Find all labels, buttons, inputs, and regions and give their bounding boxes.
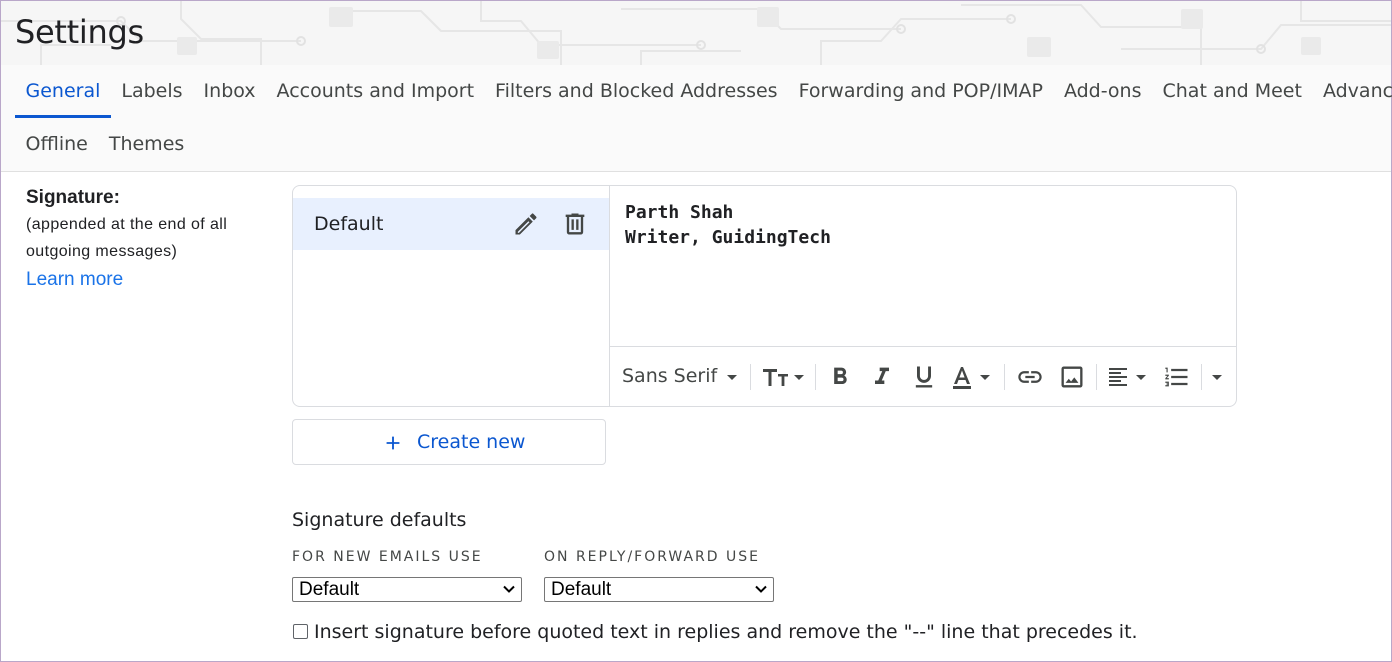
signature-item-name: Default xyxy=(314,213,384,235)
reply-forward-caption: ON REPLY/FORWARD USE xyxy=(544,549,760,565)
numbered-list-icon[interactable] xyxy=(1163,363,1191,391)
signature-label-column: Signature: (appended at the end of all o… xyxy=(26,185,266,295)
toolbar-divider xyxy=(1004,364,1005,390)
settings-header: Settings xyxy=(1,1,1391,65)
tab-chat-and-meet[interactable]: Chat and Meet xyxy=(1152,65,1312,118)
editor-line-2: Writer, GuidingTech xyxy=(625,227,831,248)
toolbar-divider xyxy=(750,364,751,390)
learn-more-link[interactable]: Learn more xyxy=(26,265,266,295)
font-family-select[interactable]: Sans Serif xyxy=(622,347,717,406)
formatting-toolbar: Sans Serif xyxy=(610,347,1236,406)
tab-forwarding-and-pop-imap[interactable]: Forwarding and POP/IMAP xyxy=(788,65,1053,118)
new-emails-signature-value: Default xyxy=(299,579,360,600)
pencil-icon[interactable] xyxy=(512,210,540,238)
toolbar-divider xyxy=(815,364,816,390)
caret-down-icon xyxy=(727,375,737,380)
insert-before-quoted-label: Insert signature before quoted text in r… xyxy=(314,621,1138,643)
signature-editor[interactable]: Parth Shah Writer, GuidingTech xyxy=(610,186,1236,347)
signature-sublabel-2: outgoing messages) xyxy=(26,243,178,260)
tab-inbox[interactable]: Inbox xyxy=(193,65,266,118)
trash-icon[interactable] xyxy=(561,210,589,238)
chevron-down-icon xyxy=(503,585,515,593)
editor-line-1: Parth Shah xyxy=(625,202,734,223)
bold-icon[interactable] xyxy=(826,363,854,391)
tab-advanced[interactable]: Advanced xyxy=(1312,65,1392,118)
circuit-board-background xyxy=(1,1,1391,65)
signature-sublabel-1: (appended at the end of all xyxy=(26,216,228,233)
tab-general[interactable]: General xyxy=(15,65,111,118)
page-title: Settings xyxy=(15,13,144,51)
settings-tabs: General Labels Inbox Accounts and Import… xyxy=(1,65,1392,172)
more-options-caret-icon[interactable] xyxy=(1208,363,1226,391)
insert-before-quoted-checkbox[interactable] xyxy=(293,624,308,639)
plus-icon xyxy=(386,436,400,450)
tab-labels[interactable]: Labels xyxy=(111,65,193,118)
reply-forward-signature-select[interactable]: Default xyxy=(544,577,774,602)
signature-item-default[interactable]: Default xyxy=(293,198,609,250)
align-icon[interactable] xyxy=(1106,363,1152,391)
tab-filters-and-blocked-addresses[interactable]: Filters and Blocked Addresses xyxy=(485,65,789,118)
tab-accounts-and-import[interactable]: Accounts and Import xyxy=(266,65,485,118)
underline-icon[interactable] xyxy=(910,363,938,391)
toolbar-divider xyxy=(1201,364,1202,390)
link-icon[interactable] xyxy=(1015,363,1045,391)
signature-label: Signature: xyxy=(26,187,120,208)
tab-offline[interactable]: Offline xyxy=(15,118,98,171)
chevron-down-icon xyxy=(755,585,767,593)
toolbar-divider xyxy=(1096,364,1097,390)
create-new-signature-button[interactable]: Create new xyxy=(292,419,606,465)
new-emails-signature-select[interactable]: Default xyxy=(292,577,522,602)
text-size-icon[interactable] xyxy=(760,363,808,391)
tab-row-2: Offline Themes xyxy=(15,118,195,171)
create-new-label: Create new xyxy=(417,431,526,453)
text-color-icon[interactable] xyxy=(950,363,1000,391)
signature-panel: Default Parth Shah Writer, GuidingTech S… xyxy=(292,185,1237,407)
tab-themes[interactable]: Themes xyxy=(98,118,194,171)
signature-list: Default xyxy=(293,186,610,406)
reply-forward-signature-value: Default xyxy=(551,579,612,600)
tab-add-ons[interactable]: Add-ons xyxy=(1053,65,1152,118)
signature-defaults-title: Signature defaults xyxy=(292,509,467,531)
italic-icon[interactable] xyxy=(868,363,896,391)
new-emails-caption: FOR NEW EMAILS USE xyxy=(292,549,483,565)
image-icon[interactable] xyxy=(1058,363,1086,391)
tab-row-1: General Labels Inbox Accounts and Import… xyxy=(15,65,1392,118)
